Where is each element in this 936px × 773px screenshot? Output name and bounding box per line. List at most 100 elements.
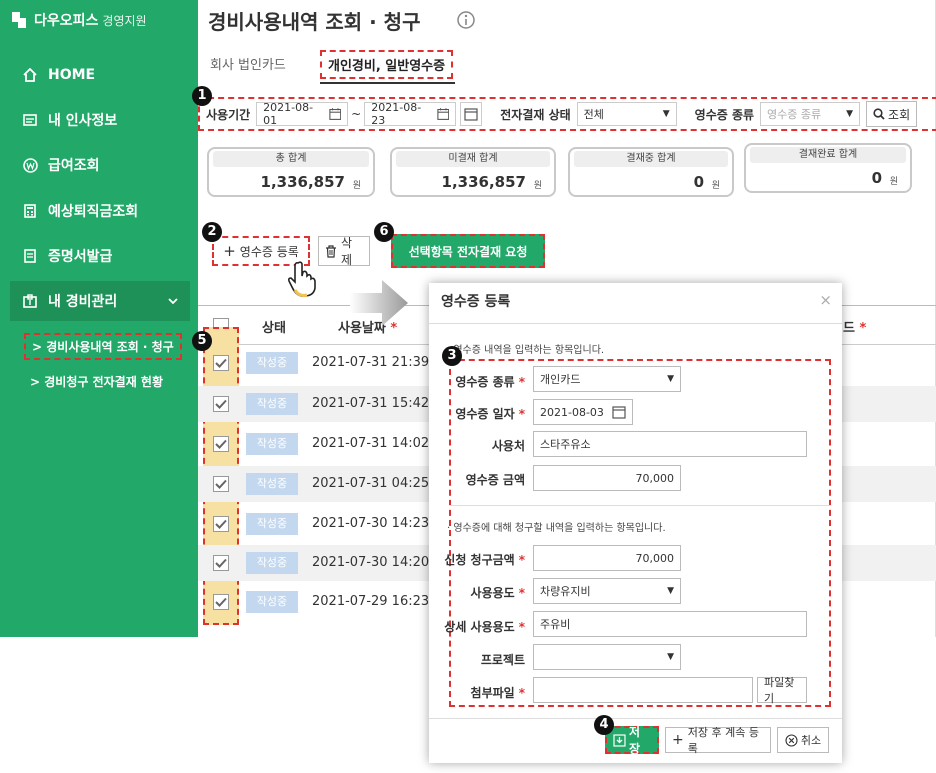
approval-label: 전자결재 상태 bbox=[500, 107, 571, 122]
row-checkbox[interactable] bbox=[213, 476, 229, 492]
attachment-label: 첨부파일 * bbox=[429, 684, 525, 701]
start-date-input[interactable]: 2021-08-01 bbox=[256, 101, 349, 127]
label-text: 영수증 일자 bbox=[455, 407, 515, 421]
check-icon bbox=[215, 597, 227, 607]
info-icon[interactable] bbox=[456, 10, 476, 30]
tab-underline bbox=[320, 82, 455, 84]
step-badge-4: 4 bbox=[594, 715, 614, 735]
summary-unit: 원 bbox=[352, 181, 361, 191]
form-divider bbox=[449, 505, 831, 506]
id-card-icon bbox=[22, 112, 38, 128]
nav-item-home[interactable]: HOME bbox=[0, 55, 198, 95]
project-select[interactable]: ▼ bbox=[533, 644, 681, 670]
trash-icon bbox=[325, 244, 336, 258]
row-checkbox[interactable] bbox=[213, 594, 229, 610]
pointer-hand-icon bbox=[287, 261, 316, 297]
sub-label: 경비청구 전자결재 현황 bbox=[44, 375, 164, 389]
sidebar: 다우오피스 경영지원 HOME 내 인사정보 급여조회 예상퇴직금조회 증명서발… bbox=[0, 0, 198, 637]
end-date-input[interactable]: 2021-08-23 bbox=[364, 101, 457, 127]
calendar-button[interactable] bbox=[460, 102, 483, 126]
purpose-select[interactable]: 차량유지비 ▼ bbox=[533, 578, 681, 604]
approval-select[interactable]: 전체 ▼ bbox=[576, 102, 677, 126]
label-text: 첨부파일 bbox=[470, 686, 515, 700]
label-text: 영수증 종류 bbox=[455, 375, 515, 389]
brand[interactable]: 다우오피스 경영지원 bbox=[10, 8, 147, 32]
check-icon bbox=[215, 558, 227, 568]
row-checkbox[interactable] bbox=[213, 555, 229, 571]
amount-value: 70,000 bbox=[635, 471, 675, 485]
calendar-icon[interactable] bbox=[328, 107, 342, 121]
caret-down-icon: ▼ bbox=[846, 109, 854, 119]
nav-item-severance[interactable]: 예상퇴직금조회 bbox=[0, 191, 198, 231]
tab-corporate-card[interactable]: 회사 법인카드 bbox=[210, 54, 286, 73]
close-icon[interactable]: × bbox=[819, 291, 832, 309]
save-label: 저장 bbox=[628, 725, 641, 756]
search-button[interactable]: 조회 bbox=[866, 101, 918, 127]
check-icon bbox=[215, 399, 227, 409]
find-file-button[interactable]: 파일찾기 bbox=[757, 676, 807, 705]
place-input[interactable]: 스타주유소 bbox=[533, 431, 807, 457]
arrow-right-icon bbox=[350, 280, 408, 326]
badge-icon bbox=[22, 293, 38, 309]
approval-request-button[interactable]: 선택항목 전자결재 요청 bbox=[391, 234, 545, 268]
status-badge: 작성중 bbox=[246, 433, 298, 455]
step-badge-3: 3 bbox=[442, 346, 462, 366]
calculator-icon bbox=[22, 203, 38, 219]
nav-item-certificate[interactable]: 증명서발급 bbox=[0, 236, 198, 276]
summary-label: 미결재 합계 bbox=[396, 151, 550, 167]
save-continue-button[interactable]: + 저장 후 계속 등록 bbox=[665, 726, 771, 755]
caret-down-icon: ▼ bbox=[662, 109, 670, 119]
save-button[interactable]: 저장 bbox=[605, 725, 659, 756]
period-label: 사용기간 bbox=[206, 107, 251, 122]
receipt-type-select[interactable]: 영수증 종류 ▼ bbox=[760, 102, 861, 126]
amount-input[interactable]: 70,000 bbox=[533, 465, 681, 491]
detail-purpose-input[interactable]: 주유비 bbox=[533, 611, 807, 637]
calendar-icon[interactable] bbox=[612, 405, 626, 419]
summary-value: 0 bbox=[693, 173, 704, 191]
calendar-icon bbox=[464, 108, 478, 121]
tab-personal-expense[interactable]: 개인경비, 일반영수증 bbox=[320, 50, 454, 79]
claim-amount-input[interactable]: 70,000 bbox=[533, 545, 681, 571]
row-checkbox[interactable] bbox=[213, 516, 229, 532]
date-separator: ~ bbox=[351, 107, 362, 121]
modal-title: 영수증 등록 bbox=[441, 294, 511, 310]
sub-item-expense-claim[interactable]: > 경비사용내역 조회 · 청구 bbox=[24, 333, 182, 360]
amount-label: 영수증 금액 bbox=[429, 471, 525, 488]
calendar-icon[interactable] bbox=[437, 107, 450, 121]
nav-label: 급여조회 bbox=[48, 158, 100, 174]
row-checkbox[interactable] bbox=[213, 396, 229, 412]
label-text: 신청 청구금액 bbox=[444, 553, 515, 567]
place-label: 사용처 bbox=[429, 437, 525, 454]
nav-item-expense[interactable]: 내 경비관리 bbox=[10, 281, 190, 321]
delete-button[interactable]: 삭제 bbox=[318, 236, 370, 267]
summary-in-approval: 결재중 합계 0 원 bbox=[568, 147, 734, 197]
row-checkbox[interactable] bbox=[213, 355, 229, 371]
approval-value: 전체 bbox=[583, 108, 604, 121]
attachment-input[interactable] bbox=[533, 677, 753, 703]
start-date-value: 2021-08-01 bbox=[263, 101, 314, 127]
row-checkbox[interactable] bbox=[213, 436, 229, 452]
chevron-down-icon[interactable] bbox=[168, 294, 178, 308]
cancel-label: 취소 bbox=[800, 734, 822, 747]
label-text: 프로젝트 bbox=[480, 653, 525, 667]
sub-item-approval-status[interactable]: > 경비청구 전자결재 현황 bbox=[30, 373, 163, 390]
search-icon bbox=[873, 108, 885, 120]
required-mark: * bbox=[518, 553, 525, 567]
cancel-button[interactable]: 취소 bbox=[777, 727, 829, 753]
modal-footer-divider bbox=[429, 718, 842, 719]
receipt-date-input[interactable]: 2021-08-03 bbox=[533, 399, 633, 425]
caret-down-icon: ▼ bbox=[667, 374, 674, 384]
sub-prefix: > bbox=[32, 340, 43, 354]
header-status: 상태 bbox=[262, 321, 286, 336]
receipt-register-modal: 영수증 등록 × · 영수증 내역을 입력하는 항목입니다. 영수증 종류 * 개… bbox=[429, 283, 842, 763]
summary-unit: 원 bbox=[889, 177, 898, 187]
modal-note-receipt: · 영수증 내역을 입력하는 항목입니다. bbox=[447, 345, 605, 356]
required-mark: * bbox=[859, 321, 867, 336]
nav-item-hr-info[interactable]: 내 인사정보 bbox=[0, 100, 198, 140]
receipt-date-label: 영수증 일자 * bbox=[429, 405, 525, 422]
nav-item-salary[interactable]: 급여조회 bbox=[0, 145, 198, 185]
required-mark: * bbox=[518, 620, 525, 634]
receipt-type-select[interactable]: 개인카드 ▼ bbox=[533, 366, 681, 392]
nav-label: 내 경비관리 bbox=[48, 294, 118, 310]
caret-down-icon: ▼ bbox=[667, 652, 674, 662]
